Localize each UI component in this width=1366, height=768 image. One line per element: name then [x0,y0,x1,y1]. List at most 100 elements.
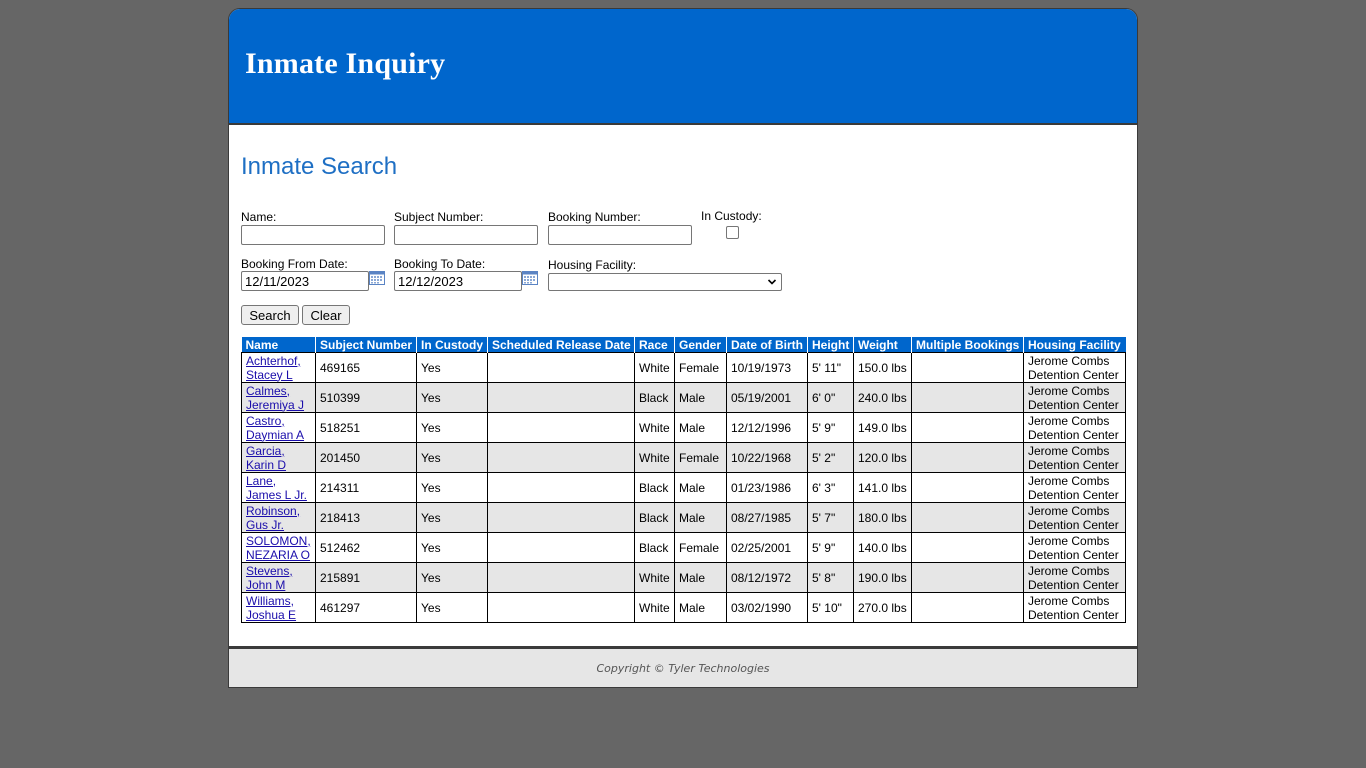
name-input[interactable] [241,225,385,245]
in-custody-label: In Custody: [701,209,762,223]
table-row: Williams, Joshua E 461297 Yes White Male … [241,592,1126,623]
weight-cell: 240.0 lbs [853,382,912,413]
race-cell: White [634,412,675,443]
gender-cell: Male [674,472,727,503]
release-date-cell [487,472,635,503]
results-table: Name Subject Number In Custody Scheduled… [241,337,1126,623]
inmate-name-link[interactable]: Achterhof, Stacey L [246,354,301,382]
subject-number-cell: 518251 [315,412,417,443]
release-date-cell [487,382,635,413]
search-button[interactable]: Search [241,305,299,325]
height-cell: 5' 9" [807,532,854,563]
gender-cell: Male [674,382,727,413]
column-header-name: Name [241,337,316,353]
race-cell: Black [634,472,675,503]
multiple-bookings-cell [911,352,1024,383]
in-custody-checkbox[interactable] [726,226,739,239]
housing-facility-cell: Jerome Combs Detention Center [1023,382,1126,413]
race-cell: White [634,442,675,473]
weight-cell: 149.0 lbs [853,412,912,443]
in-custody-cell: Yes [416,352,488,383]
table-row: Stevens, John M 215891 Yes White Male 08/… [241,562,1126,593]
release-date-cell [487,502,635,533]
housing-facility-cell: Jerome Combs Detention Center [1023,472,1126,503]
multiple-bookings-cell [911,592,1024,623]
name-label: Name: [241,210,277,224]
subject-number-cell: 510399 [315,382,417,413]
booking-from-date-input[interactable] [241,271,369,291]
release-date-cell [487,442,635,473]
in-custody-cell: Yes [416,532,488,563]
release-date-cell [487,352,635,383]
race-cell: Black [634,532,675,563]
name-cell: Garcia, Karin D [241,442,316,473]
column-header-housing-facility: Housing Facility [1023,337,1126,353]
table-row: Achterhof, Stacey L 469165 Yes White Fema… [241,352,1126,383]
gender-cell: Female [674,352,727,383]
calendar-icon[interactable] [369,271,385,285]
page-title: Inmate Search [241,153,398,180]
housing-facility-cell: Jerome Combs Detention Center [1023,352,1126,383]
inmate-name-link[interactable]: Garcia, Karin D [246,444,286,472]
booking-number-label: Booking Number: [548,210,641,224]
column-header-in-custody: In Custody [416,337,488,353]
height-cell: 5' 10" [807,592,854,623]
dob-cell: 10/19/1973 [726,352,808,383]
inmate-name-link[interactable]: Stevens, John M [246,564,293,592]
subject-number-cell: 201450 [315,442,417,473]
subject-number-input[interactable] [394,225,538,245]
inmate-name-link[interactable]: Williams, Joshua E [246,594,296,622]
weight-cell: 190.0 lbs [853,562,912,593]
gender-cell: Male [674,592,727,623]
dob-cell: 05/19/2001 [726,382,808,413]
in-custody-cell: Yes [416,412,488,443]
housing-facility-cell: Jerome Combs Detention Center [1023,442,1126,473]
clear-button[interactable]: Clear [302,305,350,325]
subject-number-label: Subject Number: [394,210,484,224]
booking-number-input[interactable] [548,225,692,245]
column-header-height: Height [807,337,854,353]
in-custody-cell: Yes [416,472,488,503]
height-cell: 5' 7" [807,502,854,533]
name-cell: Williams, Joshua E [241,592,316,623]
height-cell: 5' 9" [807,412,854,443]
footer: Copyright © Tyler Technologies [229,646,1137,687]
release-date-cell [487,562,635,593]
table-row: Calmes, Jeremiya J 510399 Yes Black Male … [241,382,1126,413]
multiple-bookings-cell [911,382,1024,413]
calendar-icon[interactable] [522,271,538,285]
in-custody-cell: Yes [416,592,488,623]
multiple-bookings-cell [911,562,1024,593]
release-date-cell [487,592,635,623]
race-cell: White [634,352,675,383]
inmate-name-link[interactable]: Lane, James L Jr. [246,474,307,502]
results-body: Achterhof, Stacey L 469165 Yes White Fema… [241,352,1126,623]
gender-cell: Female [674,532,727,563]
dob-cell: 03/02/1990 [726,592,808,623]
housing-facility-cell: Jerome Combs Detention Center [1023,562,1126,593]
column-header-race: Race [634,337,675,353]
inmate-name-link[interactable]: Castro, Daymian A [246,414,304,442]
multiple-bookings-cell [911,442,1024,473]
housing-facility-select[interactable] [548,273,782,291]
name-cell: Castro, Daymian A [241,412,316,443]
height-cell: 5' 8" [807,562,854,593]
column-header-date-of-birth: Date of Birth [726,337,808,353]
height-cell: 5' 2" [807,442,854,473]
table-header-row: Name Subject Number In Custody Scheduled… [241,337,1126,353]
column-header-gender: Gender [674,337,727,353]
subject-number-cell: 218413 [315,502,417,533]
name-cell: SOLOMON, NEZARIA O [241,532,316,563]
booking-from-date-label: Booking From Date: [241,257,348,271]
inmate-name-link[interactable]: SOLOMON, NEZARIA O [246,534,311,562]
gender-cell: Male [674,502,727,533]
inmate-name-link[interactable]: Robinson, Gus Jr. [246,504,300,532]
name-cell: Achterhof, Stacey L [241,352,316,383]
weight-cell: 270.0 lbs [853,592,912,623]
booking-to-date-input[interactable] [394,271,522,291]
booking-to-date-label: Booking To Date: [394,257,486,271]
in-custody-cell: Yes [416,382,488,413]
inmate-name-link[interactable]: Calmes, Jeremiya J [246,384,304,412]
subject-number-cell: 214311 [315,472,417,503]
weight-cell: 140.0 lbs [853,532,912,563]
